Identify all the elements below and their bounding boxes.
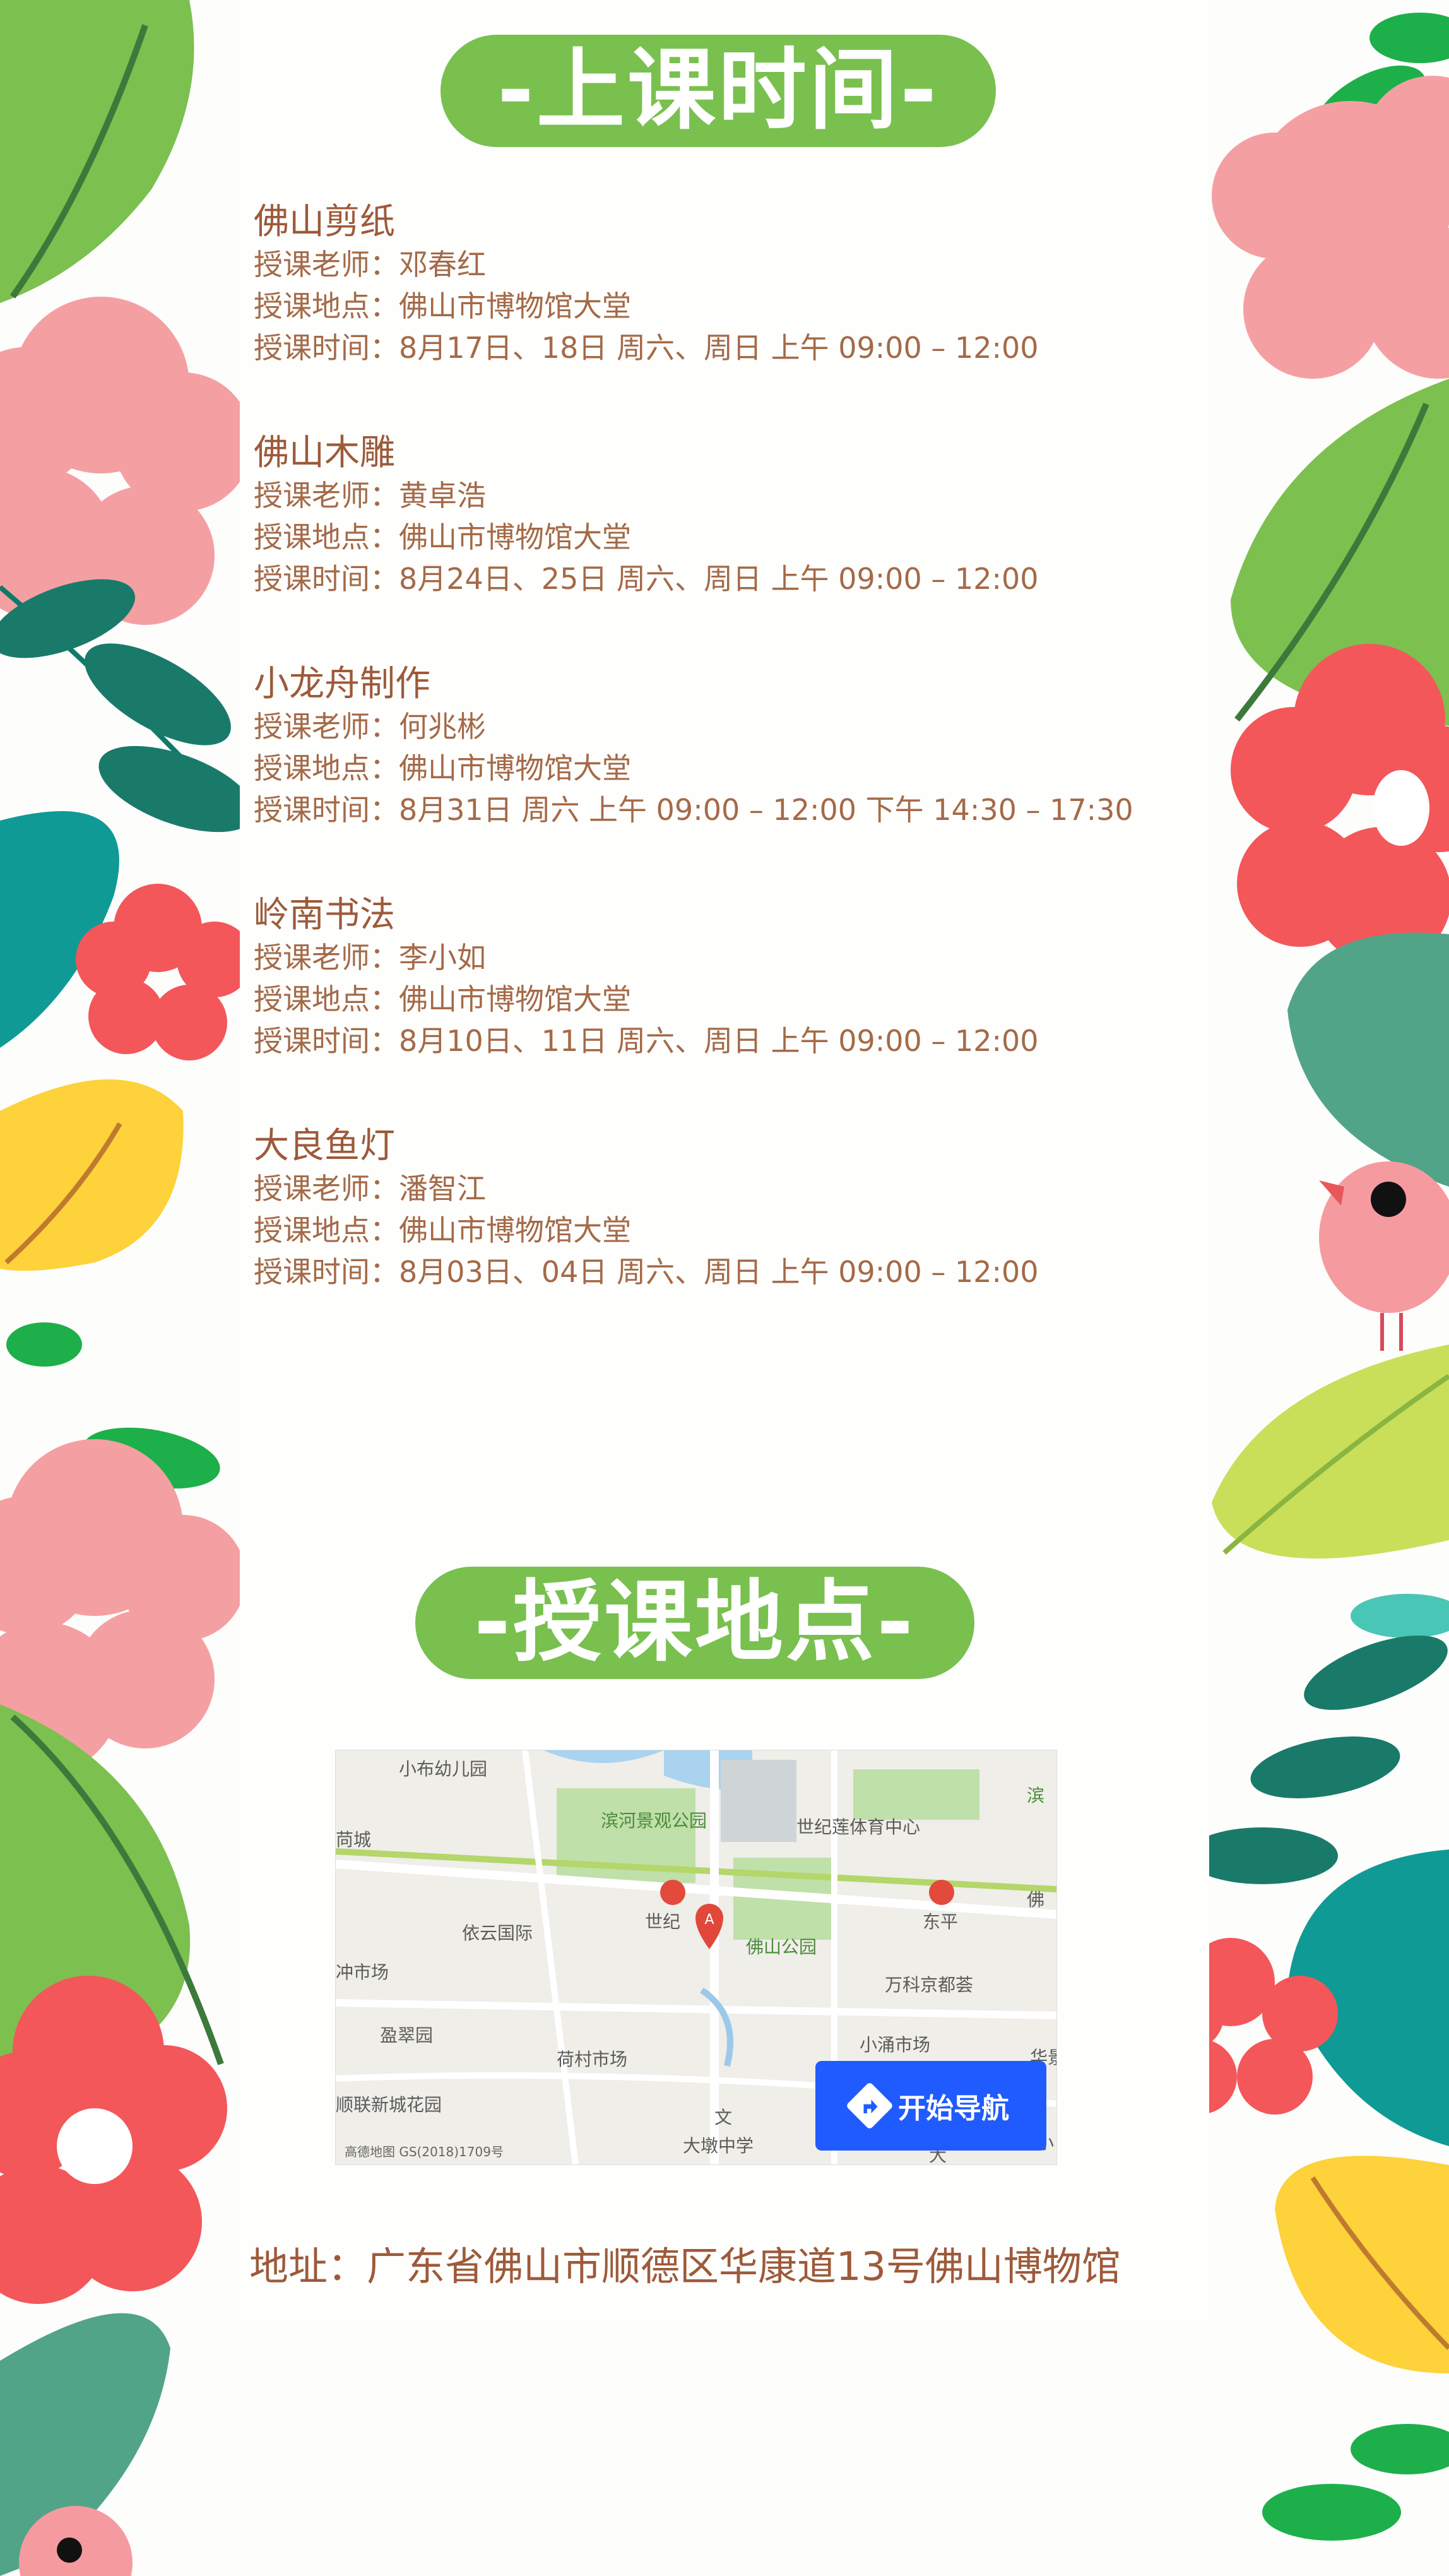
map-label: 滨河景观公园 — [601, 1810, 707, 1831]
course-name: 佛山木雕 — [254, 432, 395, 473]
course-item: 大良鱼灯 授课老师：潘智江 授课地点：佛山市博物馆大堂 授课时间：8月03日、0… — [254, 1125, 1238, 1356]
map-label: 滨 — [1027, 1785, 1045, 1806]
course-teacher: 授课老师：何兆彬 — [254, 709, 486, 744]
course-item: 佛山剪纸 授课老师：邓春红 授课地点：佛山市博物馆大堂 授课时间：8月17日、1… — [254, 201, 1238, 432]
schedule-title: -上课时间- — [441, 35, 996, 147]
course-location: 授课地点：佛山市博物馆大堂 — [254, 520, 631, 554]
start-navigation-label: 开始导航 — [898, 2092, 1009, 2125]
map-label: 佛山公园 — [746, 1937, 817, 1957]
course-teacher: 授课老师：潘智江 — [254, 1172, 486, 1206]
course-time: 授课时间：8月10日、11日 周六、周日 上午 09:00 – 12:00 — [254, 1024, 1039, 1058]
bird-pink-right — [1319, 1161, 1449, 1351]
map-label: 荷村市场 — [557, 2049, 628, 2070]
course-location: 授课地点：佛山市博物馆大堂 — [254, 982, 631, 1016]
course-item: 佛山木雕 授课老师：黄卓浩 授课地点：佛山市博物馆大堂 授课时间：8月24日、2… — [254, 432, 1238, 663]
leaf-lime-right — [1212, 1344, 1449, 1559]
navigation-icon — [845, 2081, 894, 2130]
course-time: 授课时间：8月17日、18日 周六、周日 上午 09:00 – 12:00 — [254, 331, 1039, 365]
course-time: 授课时间：8月31日 周六 上午 09:00 – 12:00 下午 14:30 … — [254, 793, 1133, 827]
course-location: 授课地点：佛山市博物馆大堂 — [254, 751, 631, 785]
start-navigation-button[interactable]: 开始导航 — [815, 2061, 1046, 2151]
map-label: 世纪莲体育中心 — [796, 1817, 921, 1837]
course-location: 授课地点：佛山市博物馆大堂 — [254, 1213, 631, 1247]
address-text: 地址：广东省佛山市顺德区华康道13号佛山博物馆 — [249, 2243, 1121, 2289]
course-location: 授课地点：佛山市博物馆大堂 — [254, 289, 631, 323]
map-label: 依云国际 — [462, 1923, 533, 1944]
course-time: 授课时间：8月03日、04日 周六、周日 上午 09:00 – 12:00 — [254, 1255, 1039, 1289]
map-copyright: 高德地图 GS(2018)1709号 — [345, 2144, 504, 2159]
map-label: 东平 — [923, 1911, 959, 1932]
course-item: 小龙舟制作 授课老师：何兆彬 授课地点：佛山市博物馆大堂 授课时间：8月31日 … — [254, 663, 1238, 894]
course-name: 佛山剪纸 — [254, 201, 395, 242]
course-time: 授课时间：8月24日、25日 周六、周日 上午 09:00 – 12:00 — [254, 562, 1039, 596]
map-label: 佛 — [1027, 1889, 1045, 1910]
course-item: 岭南书法 授课老师：李小如 授课地点：佛山市博物馆大堂 授课时间：8月10日、1… — [254, 894, 1238, 1125]
flower-pink-left-1 — [0, 297, 252, 625]
course-teacher: 授课老师：邓春红 — [254, 247, 486, 282]
leaf-yellow-right — [1275, 2156, 1449, 2373]
course-teacher: 授课老师：李小如 — [254, 941, 486, 975]
course-schedule-list: 佛山剪纸 授课老师：邓春红 授课地点：佛山市博物馆大堂 授课时间：8月17日、1… — [254, 201, 1238, 1356]
map-label: 小布幼儿园 — [399, 1759, 488, 1779]
map-label: 大墩中学 — [683, 2135, 754, 2156]
location-map[interactable]: A 小布幼儿园 滨河景观公园 世纪莲体育中心 滨 苘城 依云国际 世纪 佛山公园… — [335, 1750, 1057, 2165]
svg-text:A: A — [704, 1912, 714, 1928]
location-title: -授课地点- — [415, 1567, 974, 1679]
map-label: 小涌市场 — [860, 2034, 931, 2055]
map-label: 万科京都荟 — [885, 1974, 974, 1995]
map-label: 顺联新城花园 — [336, 2094, 442, 2115]
course-name: 大良鱼灯 — [254, 1125, 395, 1166]
leaf-sage-right — [1287, 932, 1449, 1187]
map-label: 盈翠园 — [380, 2025, 434, 2046]
course-name: 小龙舟制作 — [254, 663, 430, 704]
map-label: 文 — [714, 2107, 733, 2128]
course-name: 岭南书法 — [254, 894, 395, 935]
flower-pink-right-top — [1212, 76, 1449, 379]
course-teacher: 授课老师：黄卓浩 — [254, 478, 486, 513]
map-label: 苘城 — [336, 1829, 372, 1850]
map-label: 冲市场 — [336, 1962, 389, 1983]
map-label: 世纪 — [645, 1911, 681, 1932]
